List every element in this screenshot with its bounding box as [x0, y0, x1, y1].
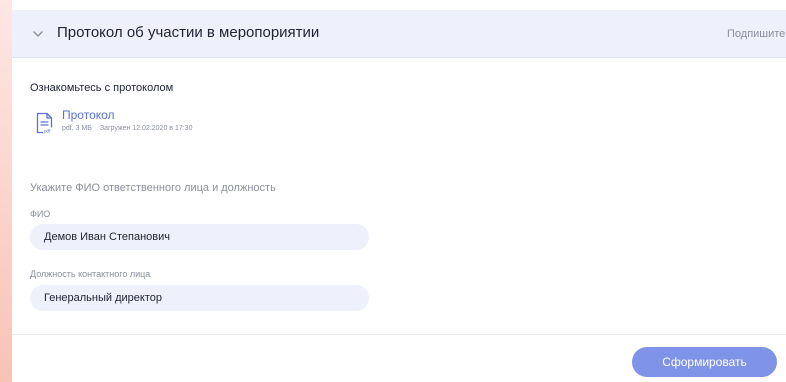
- background-strip: [0, 0, 12, 382]
- sign-step-label[interactable]: Подпишите: [727, 28, 786, 40]
- file-uploaded: Загружен 12.02.2020 в 17:30: [99, 125, 193, 132]
- position-label: Должность контактного лица: [30, 269, 151, 279]
- fio-input[interactable]: [30, 224, 369, 250]
- page: Протокол об участии в меропориятии Подпи…: [0, 0, 786, 382]
- form-prompt: Укажите ФИО ответственного лица и должно…: [30, 182, 276, 194]
- position-input[interactable]: [30, 285, 369, 311]
- protocol-section-title: Ознакомьтесь с протоколом: [30, 82, 174, 94]
- chevron-down-icon[interactable]: [31, 27, 45, 41]
- fio-label: ФИО: [30, 209, 51, 219]
- card-title: Протокол об участии в меропориятии: [57, 24, 320, 41]
- generate-button[interactable]: Сформировать: [632, 347, 777, 377]
- protocol-card: Протокол об участии в меропориятии Подпи…: [12, 0, 786, 382]
- svg-text:pdf: pdf: [44, 128, 51, 133]
- footer-divider: [12, 334, 786, 335]
- file-meta: pdf, 3 МБ Загружен 12.02.2020 в 17:30: [62, 125, 198, 132]
- file-info: pdf, 3 МБ: [62, 125, 92, 132]
- card-header[interactable]: Протокол об участии в меропориятии Подпи…: [12, 10, 786, 58]
- protocol-file-link[interactable]: Протокол: [62, 108, 115, 122]
- pdf-file-icon[interactable]: pdf: [36, 112, 53, 134]
